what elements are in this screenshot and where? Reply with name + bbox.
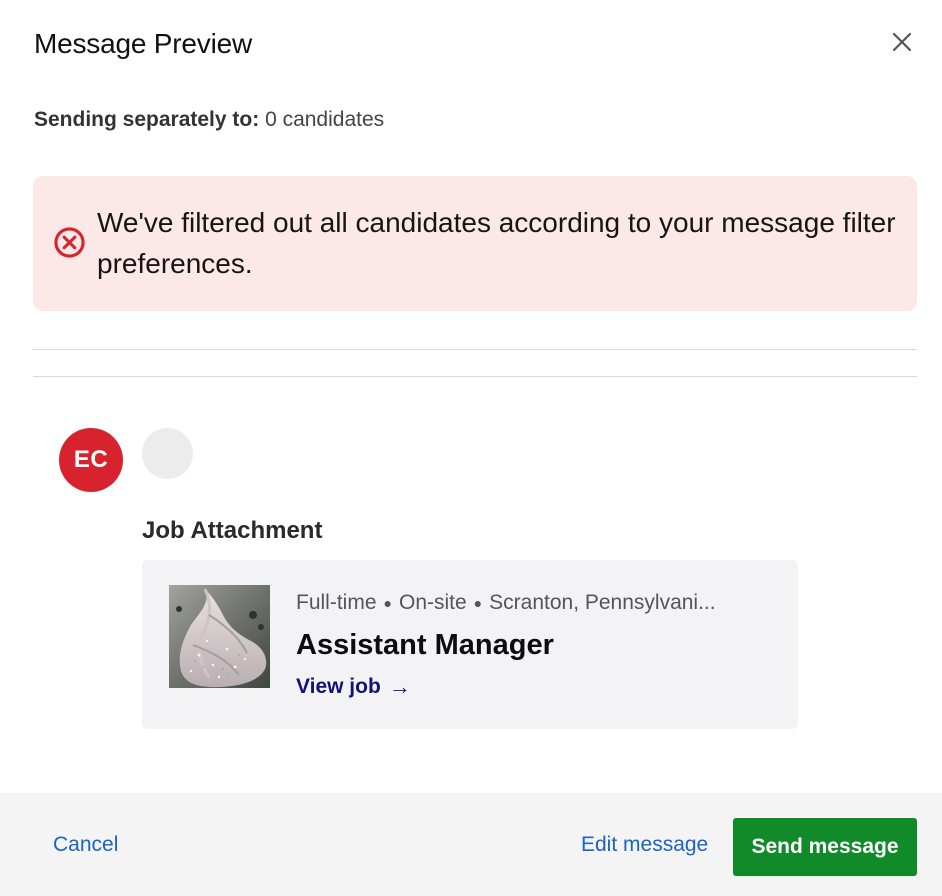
job-meta-line: Full-time ● On-site ● Scranton, Pennsylvani.… bbox=[296, 591, 776, 615]
recipients-label: Sending separately to: bbox=[34, 108, 260, 131]
message-placeholder-bubble bbox=[142, 428, 193, 479]
recipients-count: 0 candidates bbox=[265, 108, 385, 131]
recipients-line: Sending separately to: 0 candidates bbox=[34, 108, 384, 132]
arrow-right-icon: → bbox=[388, 674, 411, 699]
message-preview-dialog: Message Preview Sending separately to: 0… bbox=[0, 0, 942, 896]
job-type: Full-time bbox=[296, 591, 377, 614]
job-workplace: On-site bbox=[398, 591, 467, 614]
alert-message: We've filtered out all candidates accord… bbox=[97, 207, 896, 279]
dialog-footer: Cancel Edit message Send message bbox=[0, 793, 942, 896]
sender-avatar: EC bbox=[59, 428, 123, 492]
error-circle-icon bbox=[54, 227, 85, 258]
divider bbox=[33, 349, 917, 350]
job-location: Scranton, Pennsylvani... bbox=[489, 591, 716, 614]
edit-message-button[interactable]: Edit message bbox=[581, 833, 708, 857]
close-button[interactable] bbox=[886, 26, 918, 58]
job-title: Assistant Manager bbox=[296, 629, 554, 661]
cancel-button[interactable]: Cancel bbox=[53, 833, 118, 857]
view-job-link[interactable]: View job → bbox=[296, 674, 411, 700]
separator-dot: ● bbox=[383, 595, 392, 612]
close-icon bbox=[892, 32, 912, 52]
send-message-button[interactable]: Send message bbox=[733, 818, 917, 876]
separator-dot: ● bbox=[473, 595, 483, 612]
divider bbox=[33, 376, 917, 377]
dialog-title: Message Preview bbox=[34, 28, 252, 59]
job-attachment-card: Full-time ● On-site ● Scranton, Pennsylvani.… bbox=[142, 560, 798, 729]
job-attachment-heading: Job Attachment bbox=[142, 517, 323, 544]
job-thumbnail-image bbox=[169, 585, 270, 688]
filter-error-alert: We've filtered out all candidates accord… bbox=[33, 176, 917, 311]
view-job-label: View job bbox=[296, 675, 381, 698]
